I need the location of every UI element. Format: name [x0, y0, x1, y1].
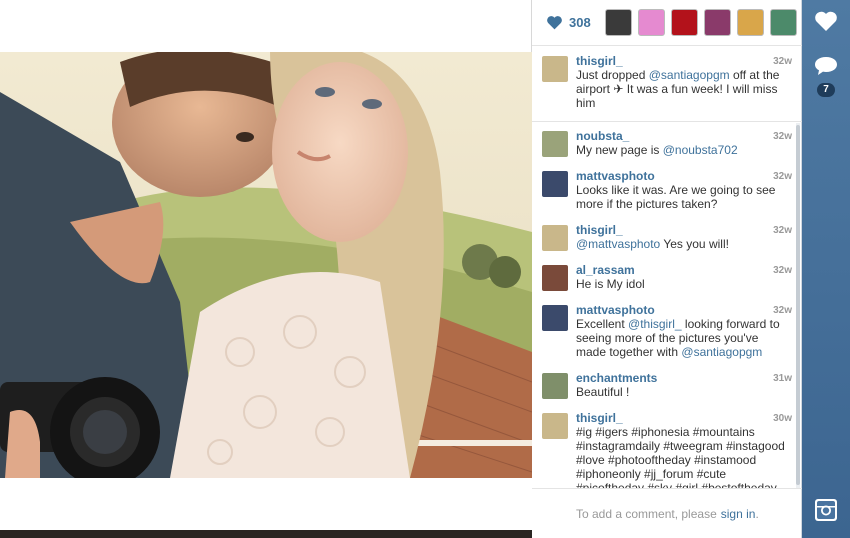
liker-avatar[interactable] [604, 9, 632, 36]
liker-avatars [604, 9, 797, 36]
mention-link[interactable]: @santiagopgm [681, 345, 762, 359]
comment-count-badge: 7 [817, 83, 835, 97]
liker-avatar[interactable] [769, 9, 797, 36]
comment-text: Beautiful ! [576, 385, 630, 399]
avatar[interactable] [542, 373, 568, 399]
comment-text-part: Yes you will! [660, 237, 729, 251]
comment-time: 32w [773, 305, 792, 316]
comment-text: @mattvasphoto Yes you will! [576, 237, 790, 251]
avatar[interactable] [542, 171, 568, 197]
comment-username[interactable]: enchantments [576, 371, 657, 385]
mention-link[interactable]: @noubsta702 [663, 143, 738, 157]
comment-text: #ig #igers #iphonesia #mountains #instag… [576, 425, 785, 488]
avatar[interactable] [542, 305, 568, 331]
filmstrip-strip [0, 478, 532, 538]
like-count[interactable]: 308 [569, 15, 591, 30]
comment-text: My new page is @noubsta702 [576, 143, 790, 157]
photo-caption: thisgirl_ 32w Just dropped @santiagopgm … [532, 46, 802, 122]
comment-username[interactable]: noubsta_ [576, 129, 629, 143]
avatar[interactable] [542, 225, 568, 251]
caption-text: Just dropped @santiagopgm off at the air… [576, 68, 790, 110]
comment-username[interactable]: mattvasphoto [576, 169, 655, 183]
liker-avatar[interactable] [670, 9, 698, 36]
instagram-photo-viewer: 308 thisgirl_ 32w Just dropped @santiago… [0, 0, 850, 538]
liker-avatar[interactable] [736, 9, 764, 36]
comment-time: 30w [773, 413, 792, 424]
comment-time: 31w [773, 373, 792, 384]
comment-time: 32w [773, 225, 792, 236]
likes-bar: 308 [532, 0, 802, 46]
comment-list[interactable]: noubsta_ 32w My new page is @noubsta702 … [532, 123, 802, 488]
avatar[interactable] [542, 265, 568, 291]
comment-text: Looks like it was. Are we going to see m… [576, 183, 776, 211]
main-photo[interactable] [0, 52, 532, 478]
scrollbar-thumb[interactable] [796, 125, 800, 485]
comment-username[interactable]: thisgirl_ [576, 411, 623, 425]
comment-time: 32w [773, 131, 792, 142]
comment-text-part: Excellent [576, 317, 629, 331]
comment-text: Excellent @thisgirl_ looking forward to … [576, 317, 790, 359]
mention-link[interactable]: @thisgirl_ [628, 317, 682, 331]
add-comment-end: . [755, 506, 759, 521]
sign-in-link[interactable]: sign in [721, 507, 756, 521]
action-rail: 7 [802, 0, 850, 538]
liker-avatar[interactable] [703, 9, 731, 36]
speech-bubble-icon[interactable] [814, 55, 838, 77]
filmstrip-edge [0, 530, 532, 538]
comment-text-part: My new page is [576, 143, 663, 157]
comment-text: He is My idol [576, 277, 645, 291]
photo-pane [0, 0, 532, 538]
avatar[interactable] [542, 56, 568, 82]
caption-time: 32w [773, 56, 792, 67]
mention-link[interactable]: @santiagopgm [649, 68, 730, 82]
comment-username[interactable]: al_rassam [576, 263, 635, 277]
comment-time: 32w [773, 171, 792, 182]
comment-username[interactable]: thisgirl_ [576, 223, 623, 237]
add-comment-prompt: To add a comment, please [576, 506, 717, 521]
instagram-logo-icon[interactable] [814, 498, 838, 522]
comment-time: 32w [773, 265, 792, 276]
mention-link[interactable]: @mattvasphoto [576, 237, 660, 251]
liker-avatar[interactable] [637, 9, 665, 36]
heart-icon[interactable] [814, 10, 838, 32]
caption-text-part: Just dropped [576, 68, 649, 82]
heart-icon[interactable] [546, 15, 563, 30]
comments-panel: 308 thisgirl_ 32w Just dropped @santiago… [532, 0, 802, 538]
comment-username[interactable]: mattvasphoto [576, 303, 655, 317]
add-comment-bar: To add a comment, please sign in . [532, 488, 802, 538]
caption-username[interactable]: thisgirl_ [576, 54, 623, 68]
avatar[interactable] [542, 413, 568, 439]
avatar[interactable] [542, 131, 568, 157]
